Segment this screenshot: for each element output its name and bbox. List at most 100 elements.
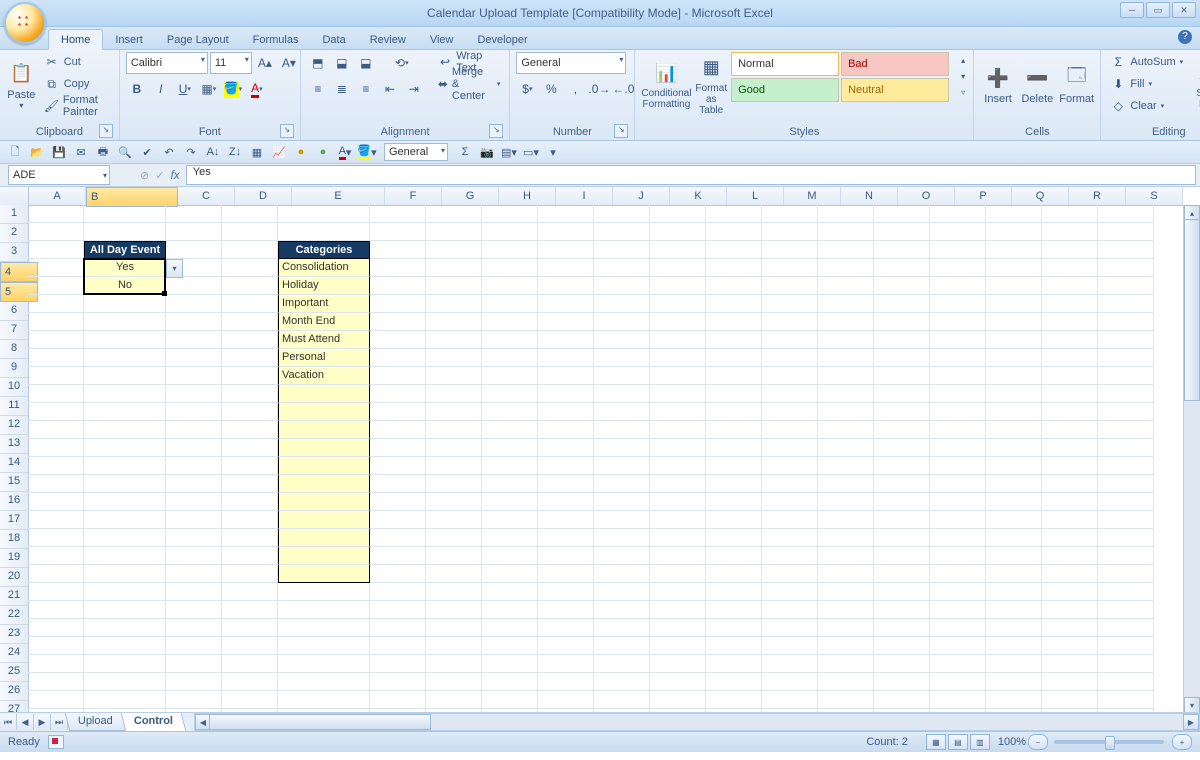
cell-F23[interactable] xyxy=(370,601,426,619)
cell-E23[interactable] xyxy=(278,601,370,619)
col-header-L[interactable]: L xyxy=(727,187,784,205)
cell-O14[interactable] xyxy=(874,439,930,457)
cell-I21[interactable] xyxy=(538,565,594,583)
cell-J21[interactable] xyxy=(594,565,650,583)
cell-O1[interactable] xyxy=(874,205,930,223)
alignment-dialog-launcher[interactable]: ↘ xyxy=(489,124,503,138)
cell-D9[interactable] xyxy=(222,349,278,367)
cell-F8[interactable] xyxy=(370,331,426,349)
cell-Q10[interactable] xyxy=(986,367,1042,385)
cell-R28[interactable] xyxy=(1042,691,1098,709)
grow-font-button[interactable]: A▴ xyxy=(254,52,276,74)
cell-E27[interactable] xyxy=(278,673,370,691)
cell-R4[interactable] xyxy=(1042,259,1098,277)
cell-D16[interactable] xyxy=(222,475,278,493)
scroll-right-button[interactable]: ▶ xyxy=(1183,714,1199,730)
cell-P13[interactable] xyxy=(930,421,986,439)
cell-K7[interactable] xyxy=(650,313,706,331)
row-header-24[interactable]: 24 xyxy=(0,644,28,663)
cell-M13[interactable] xyxy=(762,421,818,439)
cell-I11[interactable] xyxy=(538,385,594,403)
cell-D12[interactable] xyxy=(222,403,278,421)
cell-G12[interactable] xyxy=(426,403,482,421)
worksheet-area[interactable]: ABCDEFGHIJKLMNOPQRS 12345678910111213141… xyxy=(0,187,1200,731)
number-dialog-launcher[interactable]: ↘ xyxy=(614,124,628,138)
cell-C10[interactable] xyxy=(166,367,222,385)
cell-Q6[interactable] xyxy=(986,295,1042,313)
cell-B28[interactable] xyxy=(84,691,166,709)
cell-M23[interactable] xyxy=(762,601,818,619)
minimize-button[interactable]: ─ xyxy=(1120,2,1144,18)
cell-R11[interactable] xyxy=(1042,385,1098,403)
cell-C28[interactable] xyxy=(166,691,222,709)
decrease-decimal-button[interactable]: ←.0 xyxy=(612,78,634,100)
cell-J15[interactable] xyxy=(594,457,650,475)
cell-J3[interactable] xyxy=(594,241,650,259)
cell-B12[interactable] xyxy=(84,403,166,421)
cell-N27[interactable] xyxy=(818,673,874,691)
cell-K11[interactable] xyxy=(650,385,706,403)
cell-P23[interactable] xyxy=(930,601,986,619)
cell-B24[interactable] xyxy=(84,619,166,637)
cell-K1[interactable] xyxy=(650,205,706,223)
cell-A25[interactable] xyxy=(28,637,84,655)
conditional-formatting-button[interactable]: 📊Conditional Formatting xyxy=(641,52,691,118)
cell-O18[interactable] xyxy=(874,511,930,529)
cell-F1[interactable] xyxy=(370,205,426,223)
cell-C9[interactable] xyxy=(166,349,222,367)
tab-home[interactable]: Home xyxy=(48,29,103,50)
comma-format-button[interactable]: , xyxy=(564,78,586,100)
col-header-Q[interactable]: Q xyxy=(1012,187,1069,205)
cell-C18[interactable] xyxy=(166,511,222,529)
cell-F4[interactable] xyxy=(370,259,426,277)
cell-O4[interactable] xyxy=(874,259,930,277)
cell-I25[interactable] xyxy=(538,637,594,655)
cell-M16[interactable] xyxy=(762,475,818,493)
style-bad[interactable]: Bad xyxy=(841,52,949,76)
tab-insert[interactable]: Insert xyxy=(103,30,155,49)
col-header-N[interactable]: N xyxy=(841,187,898,205)
qat-redo[interactable]: ↷ xyxy=(182,143,200,161)
qat-freeze[interactable]: ▤▾ xyxy=(500,143,518,161)
cell-Q25[interactable] xyxy=(986,637,1042,655)
cell-L2[interactable] xyxy=(706,223,762,241)
cell-D20[interactable] xyxy=(222,547,278,565)
sort-filter-button[interactable]: A↓Sort & Filter xyxy=(1190,52,1200,118)
cell-S11[interactable] xyxy=(1098,385,1154,403)
cell-O19[interactable] xyxy=(874,529,930,547)
cell-O5[interactable] xyxy=(874,277,930,295)
cell-L7[interactable] xyxy=(706,313,762,331)
cell-B14[interactable] xyxy=(84,439,166,457)
cell-E17[interactable] xyxy=(278,493,370,511)
close-button[interactable]: ✕ xyxy=(1172,2,1196,18)
cell-M20[interactable] xyxy=(762,547,818,565)
qat-undo[interactable]: ↶ xyxy=(160,143,178,161)
cell-H22[interactable] xyxy=(482,583,538,601)
cell-J22[interactable] xyxy=(594,583,650,601)
cell-I18[interactable] xyxy=(538,511,594,529)
cell-M3[interactable] xyxy=(762,241,818,259)
view-normal-button[interactable]: ▦ xyxy=(926,734,946,750)
cell-F20[interactable] xyxy=(370,547,426,565)
cell-Q27[interactable] xyxy=(986,673,1042,691)
cell-N26[interactable] xyxy=(818,655,874,673)
cell-H18[interactable] xyxy=(482,511,538,529)
cell-F10[interactable] xyxy=(370,367,426,385)
cell-L22[interactable] xyxy=(706,583,762,601)
delete-cells-button[interactable]: ➖Delete xyxy=(1020,52,1055,118)
cell-K17[interactable] xyxy=(650,493,706,511)
cell-K15[interactable] xyxy=(650,457,706,475)
cell-N28[interactable] xyxy=(818,691,874,709)
qat-mail[interactable]: ✉ xyxy=(72,143,90,161)
cell-H19[interactable] xyxy=(482,529,538,547)
cell-S10[interactable] xyxy=(1098,367,1154,385)
cell-R27[interactable] xyxy=(1042,673,1098,691)
cell-B9[interactable] xyxy=(84,349,166,367)
cell-F18[interactable] xyxy=(370,511,426,529)
cell-M12[interactable] xyxy=(762,403,818,421)
cell-R24[interactable] xyxy=(1042,619,1098,637)
align-top-button[interactable]: ⬒ xyxy=(307,52,329,74)
cell-S20[interactable] xyxy=(1098,547,1154,565)
cell-R25[interactable] xyxy=(1042,637,1098,655)
cell-E4[interactable]: Consolidation xyxy=(278,259,370,277)
